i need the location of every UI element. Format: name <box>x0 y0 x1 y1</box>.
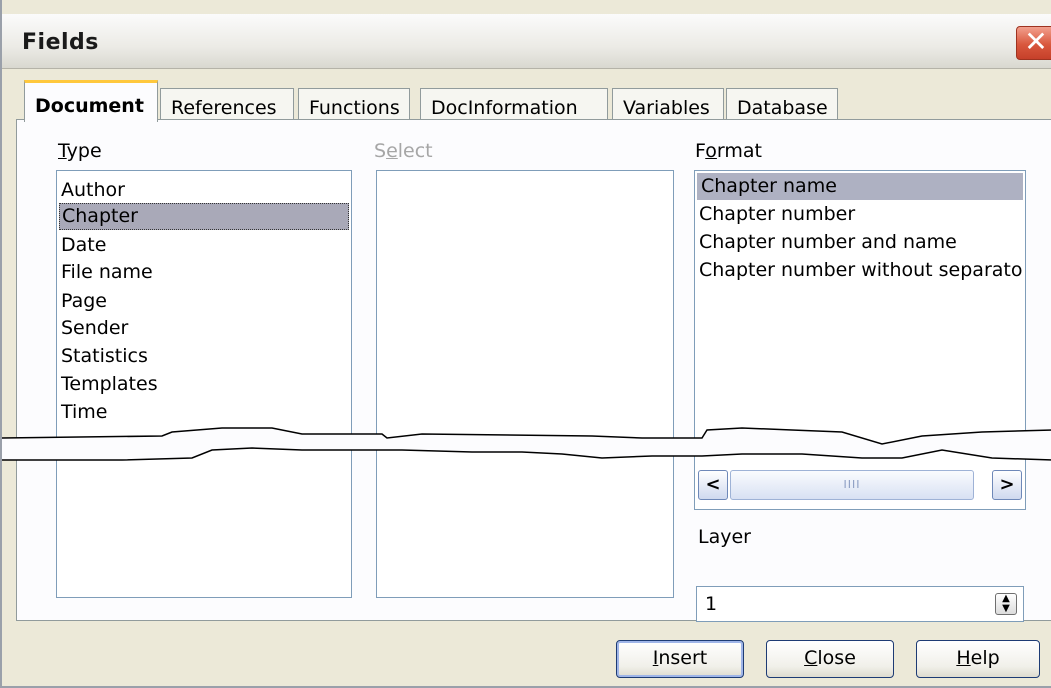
tab-variables[interactable]: Variables <box>612 88 724 120</box>
type-item-statistics[interactable]: Statistics <box>61 343 148 370</box>
type-item-file-name[interactable]: File name <box>61 259 153 286</box>
close-icon[interactable]: ✕ <box>1016 26 1051 60</box>
format-horizontal-scrollbar[interactable]: < IIII > <box>698 470 1022 500</box>
format-item-chapter-number[interactable]: Chapter number <box>699 201 855 228</box>
type-item-chapter[interactable]: Chapter <box>59 203 349 230</box>
format-item-chapter-number-without-separator[interactable]: Chapter number without separato <box>699 257 1022 284</box>
select-list[interactable] <box>376 170 674 598</box>
help-button[interactable]: Help <box>916 640 1040 678</box>
title-bar[interactable]: Fields ✕ <box>2 14 1051 69</box>
format-label: Format <box>695 140 762 162</box>
page-break-separator <box>2 427 1051 461</box>
insert-button[interactable]: Insert <box>616 640 744 678</box>
type-list[interactable]: Author Chapter Date File name Page Sende… <box>56 170 352 598</box>
layer-spin-field[interactable]: 1 ▲ ▼ <box>696 586 1024 622</box>
tab-database[interactable]: Database <box>726 88 838 120</box>
dialog-title: Fields <box>22 30 99 55</box>
scroll-thumb[interactable]: IIII <box>730 470 974 500</box>
tab-docinformation[interactable]: DocInformation <box>420 88 608 120</box>
select-label: Select <box>374 140 433 162</box>
scroll-left-icon[interactable]: < <box>698 470 728 500</box>
tab-references[interactable]: References <box>160 88 294 120</box>
fields-dialog: Fields ✕ Document References Functions D… <box>0 0 1051 688</box>
layer-value: 1 <box>705 593 718 615</box>
tab-document[interactable]: Document <box>24 80 158 122</box>
type-item-date[interactable]: Date <box>61 232 106 259</box>
type-item-sender[interactable]: Sender <box>61 315 128 342</box>
type-item-author[interactable]: Author <box>61 177 125 204</box>
type-item-templates[interactable]: Templates <box>61 371 158 398</box>
tab-functions[interactable]: Functions <box>298 88 410 120</box>
layer-label: Layer <box>698 526 751 548</box>
format-item-chapter-name[interactable]: Chapter name <box>697 173 1023 200</box>
type-label: Type <box>58 140 102 162</box>
spin-updown-icon[interactable]: ▲ ▼ <box>995 593 1017 615</box>
format-item-chapter-number-and-name[interactable]: Chapter number and name <box>699 229 957 256</box>
type-item-time[interactable]: Time <box>61 399 108 426</box>
close-button[interactable]: Close <box>766 640 894 678</box>
type-item-page[interactable]: Page <box>61 288 107 315</box>
scroll-right-icon[interactable]: > <box>992 470 1022 500</box>
